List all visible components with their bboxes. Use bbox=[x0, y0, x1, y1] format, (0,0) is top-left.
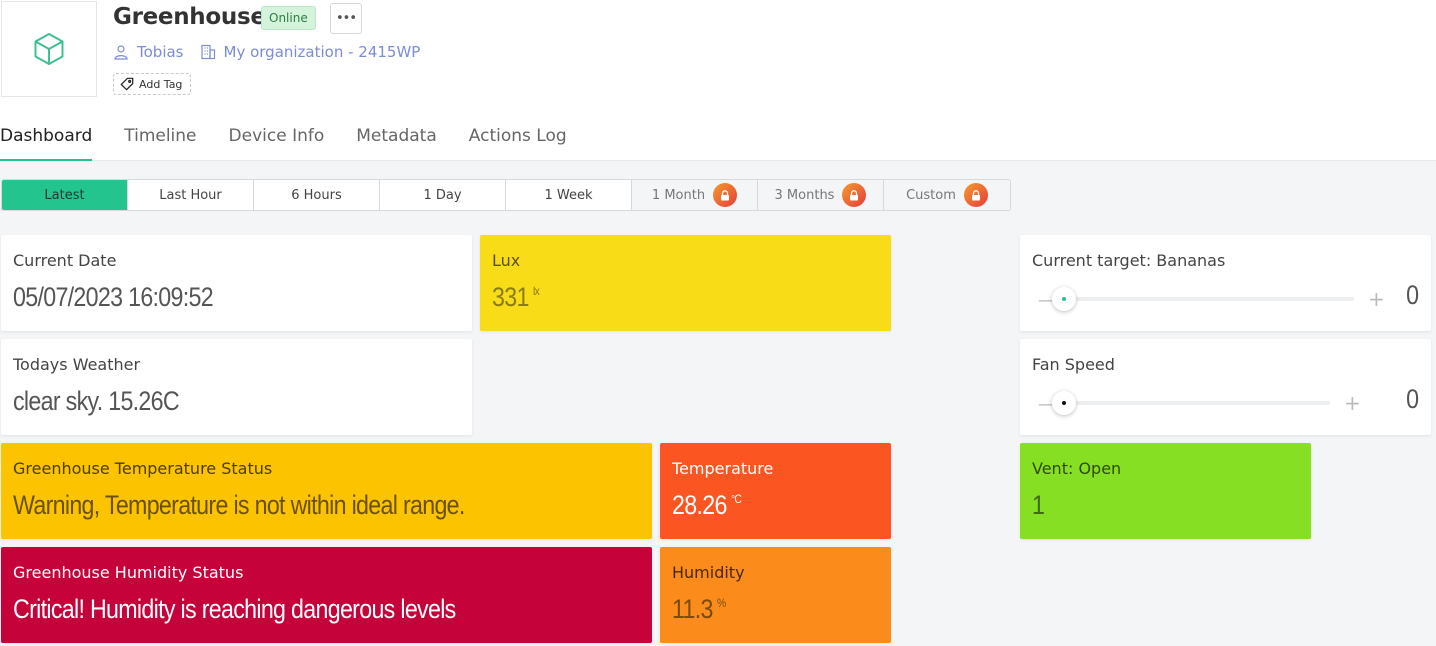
fan-speed-widget: Fan Speed — + 0 bbox=[1020, 339, 1431, 435]
status-badge: Online bbox=[261, 6, 316, 30]
add-tag-button[interactable]: Add Tag bbox=[113, 73, 192, 95]
increase-button[interactable]: + bbox=[1344, 391, 1361, 415]
tab-metadata[interactable]: Metadata bbox=[356, 116, 437, 161]
tag-icon bbox=[120, 77, 134, 91]
slider-value: 0 bbox=[1406, 384, 1419, 414]
owner-link[interactable]: Tobias bbox=[113, 43, 184, 61]
widget-value: 331 lx bbox=[492, 282, 540, 313]
widget-label: Greenhouse Humidity Status bbox=[13, 563, 244, 582]
widget-value: 11.3% bbox=[672, 594, 726, 625]
range-3-months-button[interactable]: 3 Months bbox=[758, 180, 884, 210]
range-label: 1 Month bbox=[651, 187, 706, 203]
lock-icon bbox=[963, 183, 988, 207]
device-title: Greenhouse bbox=[113, 4, 266, 30]
lock-icon bbox=[842, 183, 867, 207]
range-label: 6 Hours bbox=[291, 187, 342, 203]
increase-button[interactable]: + bbox=[1368, 287, 1385, 311]
tab-actions-log[interactable]: Actions Log bbox=[469, 116, 567, 161]
user-icon bbox=[113, 44, 129, 60]
range-last-hour-button[interactable]: Last Hour bbox=[128, 180, 254, 210]
range-1-month-button[interactable]: 1 Month bbox=[632, 180, 758, 210]
target-slider: — + 0 bbox=[1032, 280, 1419, 311]
current-date-widget: Current Date 05/07/2023 16:09:52 bbox=[1, 235, 472, 331]
widget-label: Temperature bbox=[672, 459, 774, 478]
range-label: Latest bbox=[44, 187, 85, 203]
temperature-widget: Temperature 28.26 °C bbox=[660, 443, 891, 539]
slider-track[interactable] bbox=[1052, 391, 1330, 415]
temperature-value: 28.26 bbox=[672, 490, 727, 520]
humidity-value: 11.3 bbox=[672, 594, 713, 624]
widget-label: Current Date bbox=[13, 251, 117, 270]
range-1-day-button[interactable]: 1 Day bbox=[380, 180, 506, 210]
widget-value: 1 bbox=[1032, 490, 1045, 520]
temperature-status-widget: Greenhouse Temperature Status Warning, T… bbox=[1, 443, 652, 539]
lux-value: 331 bbox=[492, 282, 529, 312]
weather-widget: Todays Weather clear sky. 15.26C bbox=[1, 339, 472, 435]
widget-label: Current target: Bananas bbox=[1032, 251, 1226, 270]
organization-name: My organization - 2415WP bbox=[223, 43, 421, 61]
more-options-button[interactable]: ••• bbox=[330, 3, 362, 34]
range-label: 1 Day bbox=[423, 187, 462, 203]
lux-unit: lx bbox=[532, 284, 540, 298]
humidity-status-widget: Greenhouse Humidity Status Critical! Hum… bbox=[1, 547, 652, 643]
range-6-hours-button[interactable]: 6 Hours bbox=[254, 180, 380, 210]
humidity-unit: % bbox=[717, 596, 726, 610]
organization-link[interactable]: My organization - 2415WP bbox=[200, 43, 421, 61]
temperature-unit: °C bbox=[730, 492, 742, 506]
lux-widget: Lux 331 lx bbox=[480, 235, 891, 331]
widget-value: clear sky. 15.26C bbox=[13, 386, 180, 416]
vent-widget: Vent: Open 1 bbox=[1020, 443, 1311, 539]
target-slider-widget: Current target: Bananas — + 0 bbox=[1020, 235, 1431, 331]
widget-label: Greenhouse Temperature Status bbox=[13, 459, 273, 478]
device-thumbnail bbox=[1, 1, 97, 97]
thumb-dot bbox=[1062, 297, 1066, 301]
range-custom-button[interactable]: Custom bbox=[884, 180, 1010, 210]
widget-label: Todays Weather bbox=[13, 355, 141, 374]
slider-thumb[interactable] bbox=[1052, 287, 1076, 311]
more-icon: ••• bbox=[335, 11, 357, 26]
range-label: 1 Week bbox=[544, 187, 593, 203]
thumb-dot bbox=[1062, 401, 1066, 405]
range-latest-button[interactable]: Latest bbox=[2, 180, 128, 210]
owner-name: Tobias bbox=[137, 43, 184, 61]
humidity-widget: Humidity 11.3% bbox=[660, 547, 891, 643]
widget-label: Lux bbox=[492, 251, 521, 270]
add-tag-label: Add Tag bbox=[139, 77, 183, 91]
widget-label: Fan Speed bbox=[1032, 355, 1115, 374]
widget-label: Humidity bbox=[672, 563, 745, 582]
building-icon bbox=[200, 44, 216, 60]
cube-icon bbox=[34, 33, 64, 65]
range-label: Last Hour bbox=[159, 187, 222, 203]
fan-speed-slider: — + 0 bbox=[1032, 384, 1419, 415]
tab-dashboard[interactable]: Dashboard bbox=[0, 116, 93, 161]
widget-value: Warning, Temperature is not within ideal… bbox=[13, 490, 465, 520]
device-header: Greenhouse Online ••• Tobias My organiza… bbox=[0, 0, 1436, 161]
slider-track[interactable] bbox=[1052, 287, 1354, 311]
device-tabs: Dashboard Timeline Device Info Metadata … bbox=[0, 116, 1436, 161]
widget-label: Vent: Open bbox=[1032, 459, 1122, 478]
range-label: 3 Months bbox=[774, 187, 835, 203]
widget-value: Critical! Humidity is reaching dangerous… bbox=[13, 594, 456, 624]
tab-timeline[interactable]: Timeline bbox=[124, 116, 196, 161]
widget-value: 05/07/2023 16:09:52 bbox=[13, 282, 214, 312]
slider-value: 0 bbox=[1406, 280, 1419, 310]
time-range-selector: Latest Last Hour 6 Hours 1 Day 1 Week 1 … bbox=[1, 179, 1011, 211]
device-meta: Tobias My organization - 2415WP bbox=[113, 41, 436, 63]
range-1-week-button[interactable]: 1 Week bbox=[506, 180, 632, 210]
range-label: Custom bbox=[906, 187, 956, 203]
lock-icon bbox=[713, 183, 738, 207]
widget-value: 28.26 °C bbox=[672, 490, 742, 521]
tab-device-info[interactable]: Device Info bbox=[229, 116, 325, 161]
slider-thumb[interactable] bbox=[1052, 391, 1076, 415]
